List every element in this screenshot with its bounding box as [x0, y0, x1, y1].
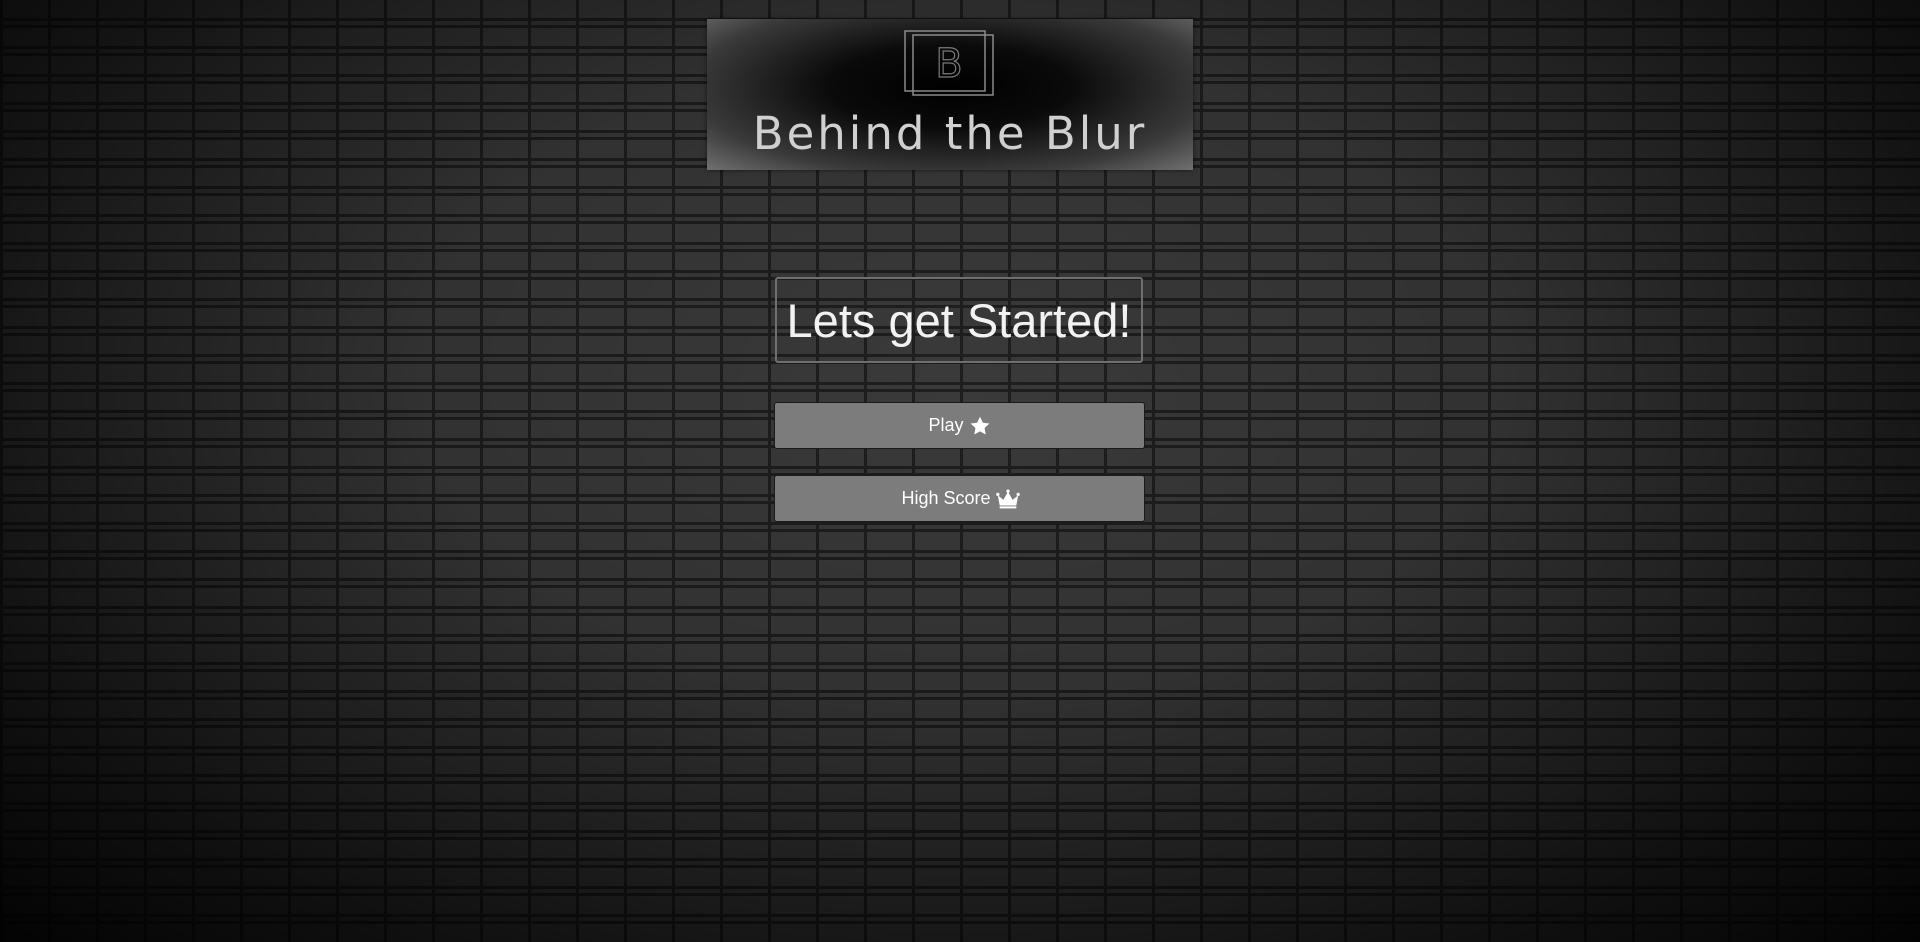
high-score-button-label: High Score	[901, 488, 991, 508]
play-button-label: Play	[928, 415, 964, 435]
play-button[interactable]: Play	[774, 402, 1145, 449]
logo-mark-icon: B	[903, 29, 995, 96]
crown-icon	[995, 488, 1020, 510]
logo-mark-letter: B	[935, 41, 962, 87]
game-logo: B Behind the Blur	[707, 19, 1193, 170]
start-screen: B Behind the Blur Lets get Started! Play…	[0, 0, 1920, 942]
high-score-button[interactable]: High Score	[774, 475, 1145, 522]
logo-title: Behind the Blur	[752, 107, 1148, 160]
star-icon	[969, 415, 991, 437]
page-title: Lets get Started!	[786, 293, 1132, 347]
heading-box: Lets get Started!	[775, 277, 1143, 363]
